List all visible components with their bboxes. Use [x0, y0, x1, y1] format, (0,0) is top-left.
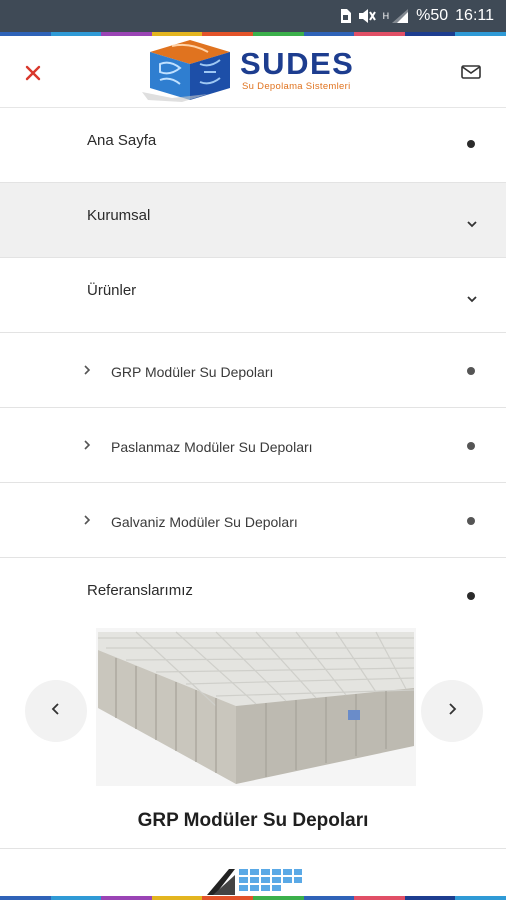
slide-caption: GRP Modüler Su Depoları: [137, 810, 369, 831]
signal-icon: H: [383, 8, 410, 24]
menu-item-referanslarimiz[interactable]: Referanslarımız: [0, 558, 506, 633]
menu-item-label: Paslanmaz Modüler Su Depoları: [111, 439, 313, 455]
chevron-right-icon: [82, 363, 92, 377]
menu-item-urunler[interactable]: Ürünler: [0, 258, 506, 333]
color-strip-bottom: [0, 896, 506, 900]
color-strip-segment: [151, 896, 203, 900]
menu-item-label: Kurumsal: [87, 207, 151, 224]
logo-cube-icon: [142, 40, 230, 102]
menu-item-label: Referanslarımız: [87, 582, 193, 599]
close-icon[interactable]: [22, 62, 44, 84]
color-strip-segment: [354, 896, 405, 900]
menu-item-ana-sayfa[interactable]: Ana Sayfa: [0, 108, 506, 183]
clock: 16:11: [455, 7, 494, 24]
mute-icon: [358, 8, 376, 24]
chevron-down-icon[interactable]: [466, 291, 478, 303]
dot-icon: [467, 592, 475, 600]
chevron-left-icon: [50, 701, 62, 722]
color-strip-segment: [404, 896, 456, 900]
app-header: SUDES Su Depolama Sistemleri: [0, 36, 506, 108]
brand-logo[interactable]: SUDES Su Depolama Sistemleri: [142, 38, 372, 102]
product-image[interactable]: [96, 628, 416, 786]
submenu-item-galvaniz[interactable]: Galvaniz Modüler Su Depoları: [0, 483, 506, 558]
chevron-right-icon: [446, 701, 458, 722]
color-strip-segment: [0, 896, 51, 900]
menu-item-label: Ana Sayfa: [87, 132, 157, 149]
network-type-label: H: [382, 11, 390, 21]
partner-logo: [205, 865, 303, 897]
dot-icon: [467, 367, 475, 375]
submenu-item-paslanmaz[interactable]: Paslanmaz Modüler Su Depoları: [0, 408, 506, 483]
carousel-prev-button[interactable]: [25, 680, 87, 742]
color-strip-segment: [101, 896, 152, 900]
menu-item-label: Ürünler: [87, 282, 137, 299]
carousel-next-button[interactable]: [421, 680, 483, 742]
section-divider: [0, 848, 506, 849]
status-bar: H %50 16:11: [0, 0, 506, 32]
chevron-down-icon[interactable]: [466, 216, 478, 228]
product-carousel: GRP Modüler Su Depoları: [0, 628, 506, 848]
dot-icon: [467, 517, 475, 525]
color-strip-segment: [50, 896, 102, 900]
sim-card-icon: [339, 9, 351, 23]
menu-item-label: Galvaniz Modüler Su Depoları: [111, 514, 298, 530]
logo-subtitle: Su Depolama Sistemleri: [242, 81, 351, 92]
color-strip-segment: [202, 896, 253, 900]
mail-icon[interactable]: [460, 63, 482, 81]
logo-title: SUDES: [240, 46, 355, 81]
chevron-right-icon: [82, 513, 92, 527]
color-strip-segment: [252, 896, 304, 900]
submenu-item-grp[interactable]: GRP Modüler Su Depoları: [0, 333, 506, 408]
nav-menu: Ana Sayfa Kurumsal Ürünler GRP Modüler S…: [0, 108, 506, 633]
color-strip-segment: [303, 896, 355, 900]
menu-item-kurumsal[interactable]: Kurumsal: [0, 183, 506, 258]
color-strip-segment: [455, 896, 506, 900]
dot-icon: [467, 442, 475, 450]
dot-icon: [467, 140, 475, 148]
menu-item-label: GRP Modüler Su Depoları: [111, 364, 274, 380]
battery-level: %50: [416, 7, 449, 24]
status-icons: H %50 16:11: [339, 5, 494, 27]
chevron-right-icon: [82, 438, 92, 452]
